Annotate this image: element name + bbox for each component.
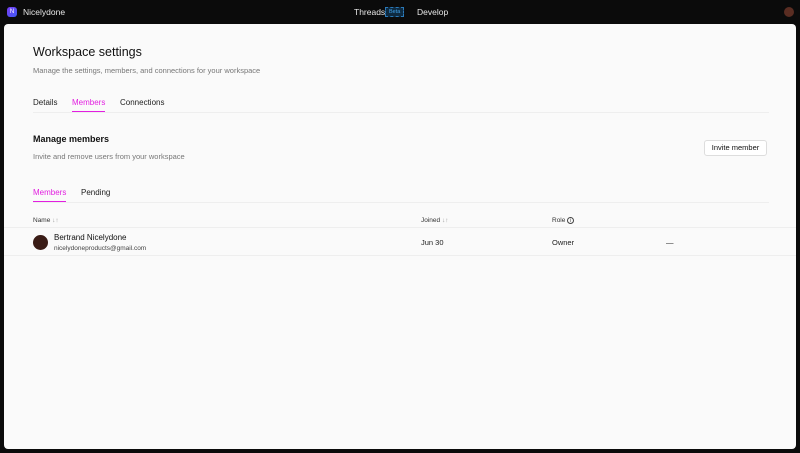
table-row: Bertrand Nicelydone nicelydoneproducts@g…	[4, 227, 796, 256]
joined-date: Jun 30	[421, 238, 444, 247]
tab-connections[interactable]: Connections	[120, 98, 164, 111]
settings-panel: Workspace settings Manage the settings, …	[4, 24, 796, 449]
invite-member-button[interactable]: Invite member	[704, 140, 767, 156]
member-role: Owner	[552, 238, 575, 247]
nav-develop[interactable]: Develop	[417, 7, 448, 17]
tab-members[interactable]: Members	[72, 98, 106, 112]
divider	[33, 112, 769, 113]
column-label: Joined	[421, 217, 441, 224]
info-icon[interactable]: i	[567, 217, 575, 224]
section-title: Manage members	[33, 134, 110, 144]
column-role: Role i	[552, 217, 575, 224]
divider	[33, 202, 769, 203]
column-joined[interactable]: Joined ↓↑	[421, 217, 448, 224]
column-label: Name	[33, 217, 51, 224]
section-subtitle: Invite and remove users from your worksp…	[33, 152, 185, 161]
avatar	[33, 235, 48, 250]
column-name[interactable]: Name ↓↑	[33, 217, 59, 224]
sort-icon[interactable]: ↓↑	[52, 217, 59, 224]
member-email: nicelydoneproducts@gmail.com	[54, 245, 147, 252]
nav-threads[interactable]: Threads	[354, 7, 385, 17]
beta-badge: Beta	[385, 7, 405, 17]
workspace-name[interactable]: Nicelydone	[23, 7, 65, 17]
page-subtitle: Manage the settings, members, and connec…	[33, 66, 261, 75]
logo-icon[interactable]: N	[7, 7, 17, 17]
column-label: Role	[552, 217, 566, 224]
tab-details[interactable]: Details	[33, 98, 57, 111]
member-name: Bertrand Nicelydone	[54, 233, 127, 242]
subtab-members[interactable]: Members	[33, 188, 67, 202]
top-bar: N Nicelydone Threads Beta Develop	[0, 0, 800, 24]
row-action[interactable]: —	[666, 238, 674, 247]
page-title: Workspace settings	[33, 45, 142, 59]
sort-icon[interactable]: ↓↑	[442, 217, 449, 224]
subtab-pending[interactable]: Pending	[81, 188, 110, 201]
user-avatar[interactable]	[784, 7, 794, 17]
